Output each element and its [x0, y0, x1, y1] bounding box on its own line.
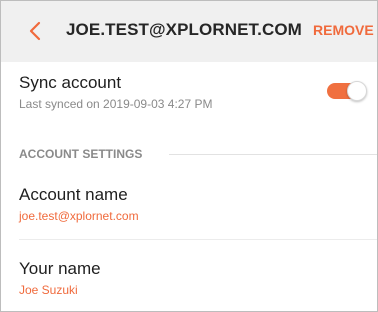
section-header-account-settings: ACCOUNT SETTINGS [19, 147, 143, 161]
chevron-left-icon [29, 21, 41, 41]
sync-account-label: Sync account [19, 73, 122, 92]
your-name-label: Your name [19, 259, 101, 278]
app-bar: JOE.TEST@XPLORNET.COM REMOVE [1, 1, 377, 62]
toggle-thumb [347, 81, 367, 101]
account-name-value: joe.test@xplornet.com [19, 209, 139, 223]
section-divider [169, 154, 377, 155]
your-name-value: Joe Suzuki [19, 283, 78, 297]
sync-account-row[interactable]: Sync account Last synced on 2019-09-03 4… [1, 62, 377, 138]
account-name-label: Account name [19, 185, 128, 204]
remove-button[interactable]: REMOVE [313, 22, 374, 38]
account-settings-screen: JOE.TEST@XPLORNET.COM REMOVE Sync accoun… [0, 0, 378, 312]
account-name-row[interactable]: Account name joe.test@xplornet.com [1, 169, 377, 239]
your-name-row[interactable]: Your name Joe Suzuki [1, 240, 377, 311]
sync-toggle[interactable] [327, 81, 367, 101]
last-synced-text: Last synced on 2019-09-03 4:27 PM [19, 97, 213, 111]
back-button[interactable] [23, 18, 49, 44]
page-title: JOE.TEST@XPLORNET.COM [66, 20, 302, 39]
